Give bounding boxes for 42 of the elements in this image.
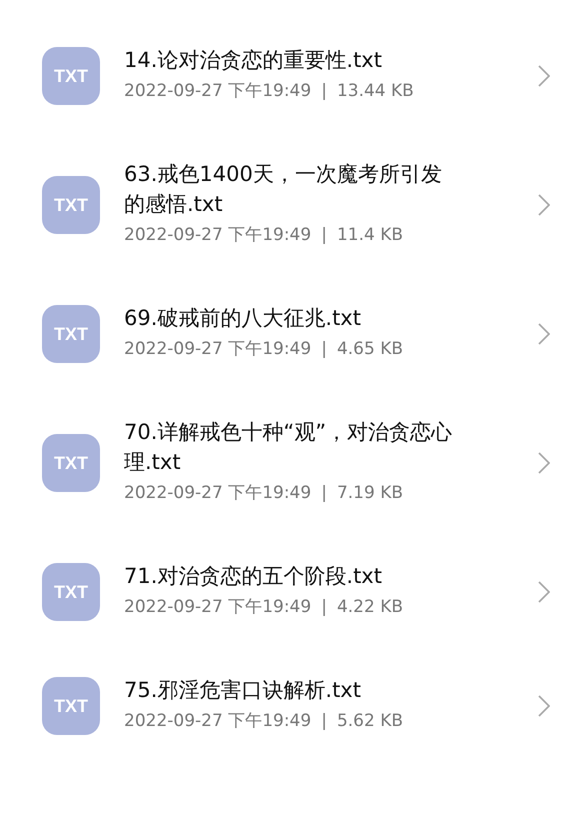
file-size: 4.22 KB <box>336 596 404 619</box>
file-date: 2022-09-27 下午19:49 <box>124 224 312 247</box>
file-date: 2022-09-27 下午19:49 <box>124 338 312 361</box>
chevron-right-icon[interactable] <box>538 581 550 603</box>
file-date: 2022-09-27 下午19:49 <box>124 596 312 619</box>
txt-file-icon: TXT <box>42 47 100 105</box>
chevron-right-icon[interactable] <box>538 695 550 717</box>
file-row[interactable]: TXT 63.戒色1400天，一次魔考所引发的感悟.txt 2022-09-27 下午19:49 | 11.4 KB <box>0 133 580 277</box>
file-date: 2022-09-27 下午19:49 <box>124 710 312 733</box>
txt-file-icon: TXT <box>42 434 100 492</box>
file-name: 69.破戒前的八大征兆.txt <box>124 305 361 332</box>
file-size: 4.65 KB <box>336 338 404 361</box>
file-size: 7.19 KB <box>336 482 404 505</box>
separator: | <box>321 710 327 733</box>
file-name: 71.对治贪恋的五个阶段.txt <box>124 563 382 590</box>
file-name: 75.邪淫危害口诀解析.txt <box>124 677 361 704</box>
file-row[interactable]: TXT 70.详解戒色十种“观”，对治贪恋心理.txt 2022-09-27 下午19:49 | 7.19 KB <box>0 391 580 535</box>
separator: | <box>321 596 327 619</box>
separator: | <box>321 80 327 103</box>
file-size: 11.4 KB <box>336 224 404 247</box>
file-date: 2022-09-27 下午19:49 <box>124 80 312 103</box>
txt-file-icon: TXT <box>42 305 100 363</box>
txt-file-icon: TXT <box>42 677 100 735</box>
file-row[interactable]: TXT 69.破戒前的八大征兆.txt 2022-09-27 下午19:49 | 4.65 KB <box>0 277 580 391</box>
chevron-right-icon[interactable] <box>538 65 550 87</box>
file-name: 63.戒色1400天，一次魔考所引发的感悟.txt <box>124 161 443 218</box>
file-size: 5.62 KB <box>336 710 404 733</box>
file-size: 13.44 KB <box>336 80 414 103</box>
chevron-right-icon[interactable] <box>538 452 550 474</box>
file-date: 2022-09-27 下午19:49 <box>124 482 312 505</box>
chevron-right-icon[interactable] <box>538 323 550 345</box>
separator: | <box>321 224 327 247</box>
file-row[interactable]: TXT 75.邪淫危害口诀解析.txt 2022-09-27 下午19:49 | 5.62 KB <box>0 649 580 763</box>
txt-file-icon: TXT <box>42 176 100 234</box>
file-row[interactable]: TXT 14.论对治贪恋的重要性.txt 2022-09-27 下午19:49 | 13.44 KB <box>0 19 580 133</box>
chevron-right-icon[interactable] <box>538 194 550 216</box>
file-name: 14.论对治贪恋的重要性.txt <box>124 47 382 74</box>
txt-file-icon: TXT <box>42 563 100 621</box>
file-row[interactable]: TXT 71.对治贪恋的五个阶段.txt 2022-09-27 下午19:49 | 4.22 KB <box>0 535 580 649</box>
separator: | <box>321 338 327 361</box>
separator: | <box>321 482 327 505</box>
file-name: 70.详解戒色十种“观”，对治贪恋心理.txt <box>124 419 454 476</box>
